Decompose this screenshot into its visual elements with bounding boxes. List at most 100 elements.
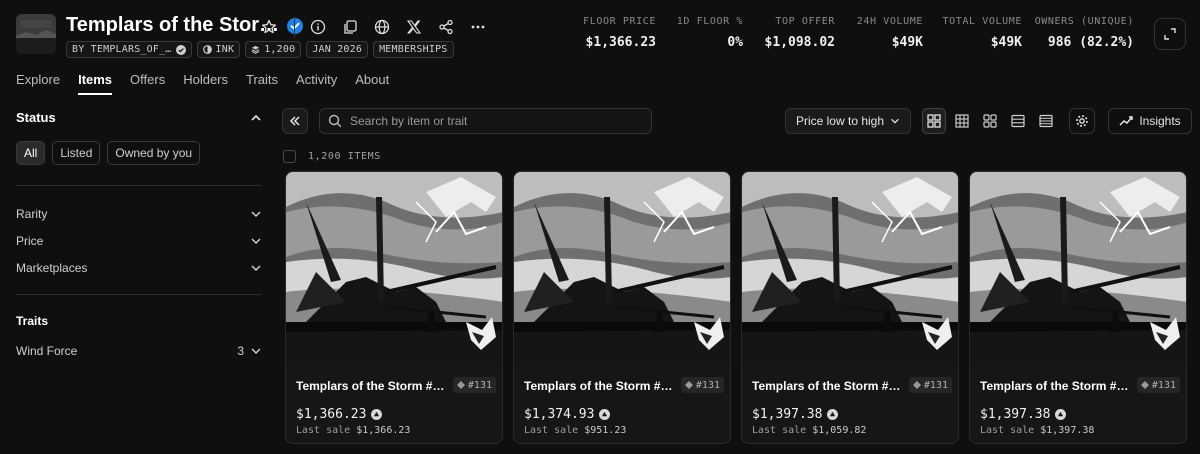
diamond-icon [912, 381, 921, 389]
header-divider [294, 16, 295, 38]
filter-rarity[interactable]: Rarity [16, 200, 262, 227]
items-count: 1,200 ITEMS [308, 151, 381, 162]
chevron-down-icon [251, 264, 261, 271]
list-icon [1011, 114, 1025, 128]
collection-header: Templars of the Stor… BY TEMPLARS_OF_… I… [0, 0, 1200, 66]
settings-button[interactable] [1069, 108, 1095, 134]
share-icon[interactable] [433, 14, 459, 40]
sort-dropdown[interactable]: Price low to high [785, 108, 911, 134]
trend-line-icon [1119, 116, 1134, 126]
tab-activity[interactable]: Activity [296, 72, 337, 95]
item-card[interactable]: Templars of the Storm #… #131 $1,397.38 … [969, 171, 1187, 444]
item-price: $1,374.93 [524, 407, 611, 422]
view-gallery-button[interactable] [978, 108, 1002, 134]
creator-verified-icon [175, 44, 186, 55]
category-tag-label: MEMBERSHIPS [379, 44, 448, 55]
last-sale-label: Last sale [296, 425, 351, 436]
diamond-icon [1140, 381, 1149, 389]
stat-label: FLOOR PRICE [583, 16, 656, 27]
favorite-star-icon[interactable] [256, 14, 282, 40]
stat-value: $49K [990, 35, 1022, 50]
rarity-badge: #131 [908, 377, 952, 393]
trait-wind-force[interactable]: Wind Force 3 [16, 337, 262, 364]
creator-tag[interactable]: BY TEMPLARS_OF_… [66, 41, 192, 58]
item-card[interactable]: Templars of the Storm #… #131 $1,366.23 … [285, 171, 503, 444]
stat-24h-volume: 24H VOLUME $49K [835, 16, 923, 50]
search-icon [328, 114, 342, 128]
website-globe-icon[interactable] [369, 14, 395, 40]
gear-icon [1076, 115, 1088, 127]
status-chip-all[interactable]: All [16, 141, 46, 165]
view-table-button[interactable] [1034, 108, 1058, 134]
item-image[interactable] [742, 172, 959, 366]
stat-label: TOTAL VOLUME [942, 16, 1022, 27]
view-grid-large-button[interactable] [922, 108, 946, 134]
info-icon[interactable] [305, 14, 331, 40]
category-tag[interactable]: MEMBERSHIPS [373, 41, 454, 58]
stat-label: 24H VOLUME [856, 16, 923, 27]
item-card[interactable]: Templars of the Storm #… #131 $1,397.38 … [741, 171, 959, 444]
last-sale: Last sale $1,397.38 [980, 425, 1094, 436]
chevron-down-icon [251, 210, 261, 217]
last-sale-label: Last sale [980, 425, 1035, 436]
last-sale-value: $1,059.82 [812, 425, 867, 436]
item-image[interactable] [970, 172, 1187, 366]
x-twitter-icon[interactable] [401, 14, 427, 40]
view-grid-small-button[interactable] [950, 108, 974, 134]
item-name: Templars of the Storm #… [752, 379, 901, 393]
tab-explore[interactable]: Explore [16, 72, 60, 95]
date-tag-label: JAN 2026 [312, 44, 363, 55]
last-sale: Last sale $951.23 [524, 425, 626, 436]
status-title: Status [16, 110, 56, 125]
search-bar[interactable] [319, 108, 652, 134]
chain-tag[interactable]: INK [196, 41, 241, 58]
filter-marketplaces[interactable]: Marketplaces [16, 254, 262, 281]
item-price-value: $1,397.38 [752, 407, 823, 422]
last-sale-label: Last sale [524, 425, 579, 436]
collection-avatar[interactable] [16, 14, 56, 54]
view-list-button[interactable] [1006, 108, 1030, 134]
filter-price[interactable]: Price [16, 227, 262, 254]
tab-holders[interactable]: Holders [183, 72, 228, 95]
rarity-badge: #131 [1136, 377, 1180, 393]
items-toolbar: Price low to high Insights [282, 106, 1192, 136]
tab-about[interactable]: About [355, 72, 389, 95]
last-sale-value: $1,397.38 [1040, 425, 1095, 436]
diamond-icon [684, 381, 693, 389]
tab-offers[interactable]: Offers [130, 72, 165, 95]
tab-items[interactable]: Items [78, 72, 113, 95]
more-options-icon[interactable] [465, 14, 491, 40]
grid-small-icon [955, 114, 969, 128]
item-card[interactable]: Templars of the Storm #… #131 $1,374.93 … [513, 171, 731, 444]
filter-label: Price [16, 233, 44, 248]
diamond-icon [456, 381, 465, 389]
divider [16, 185, 262, 186]
collection-tabs: Explore Items Offers Holders Traits Acti… [16, 72, 407, 95]
status-section-header[interactable]: Status [16, 110, 262, 125]
stat-value: $1,366.23 [585, 35, 656, 50]
filter-label: Rarity [16, 206, 48, 221]
search-input[interactable] [350, 114, 643, 128]
stat-label: TOP OFFER [775, 16, 835, 27]
item-image[interactable] [286, 172, 503, 366]
status-chip-listed[interactable]: Listed [52, 141, 101, 165]
collection-stats: FLOOR PRICE $1,366.23 1D FLOOR % 0% TOP … [583, 16, 1134, 50]
tab-traits[interactable]: Traits [246, 72, 278, 95]
table-icon [1039, 114, 1053, 128]
last-sale-value: $951.23 [584, 425, 627, 436]
last-sale: Last sale $1,059.82 [752, 425, 866, 436]
copy-icon[interactable] [337, 14, 363, 40]
marketplace-icon [1055, 409, 1067, 420]
item-image[interactable] [514, 172, 731, 366]
insights-button[interactable]: Insights [1108, 108, 1192, 134]
stat-value: $49K [891, 35, 923, 50]
expand-button[interactable] [1154, 18, 1186, 50]
expand-icon [1164, 28, 1176, 40]
filter-label: Marketplaces [16, 260, 88, 275]
stat-total-volume: TOTAL VOLUME $49K [923, 16, 1022, 50]
rarity-rank: #131 [1151, 379, 1176, 391]
status-chip-owned[interactable]: Owned by you [107, 141, 201, 165]
collapse-sidebar-button[interactable] [282, 108, 308, 134]
item-price: $1,366.23 [296, 407, 383, 422]
select-all-checkbox[interactable] [283, 150, 296, 163]
